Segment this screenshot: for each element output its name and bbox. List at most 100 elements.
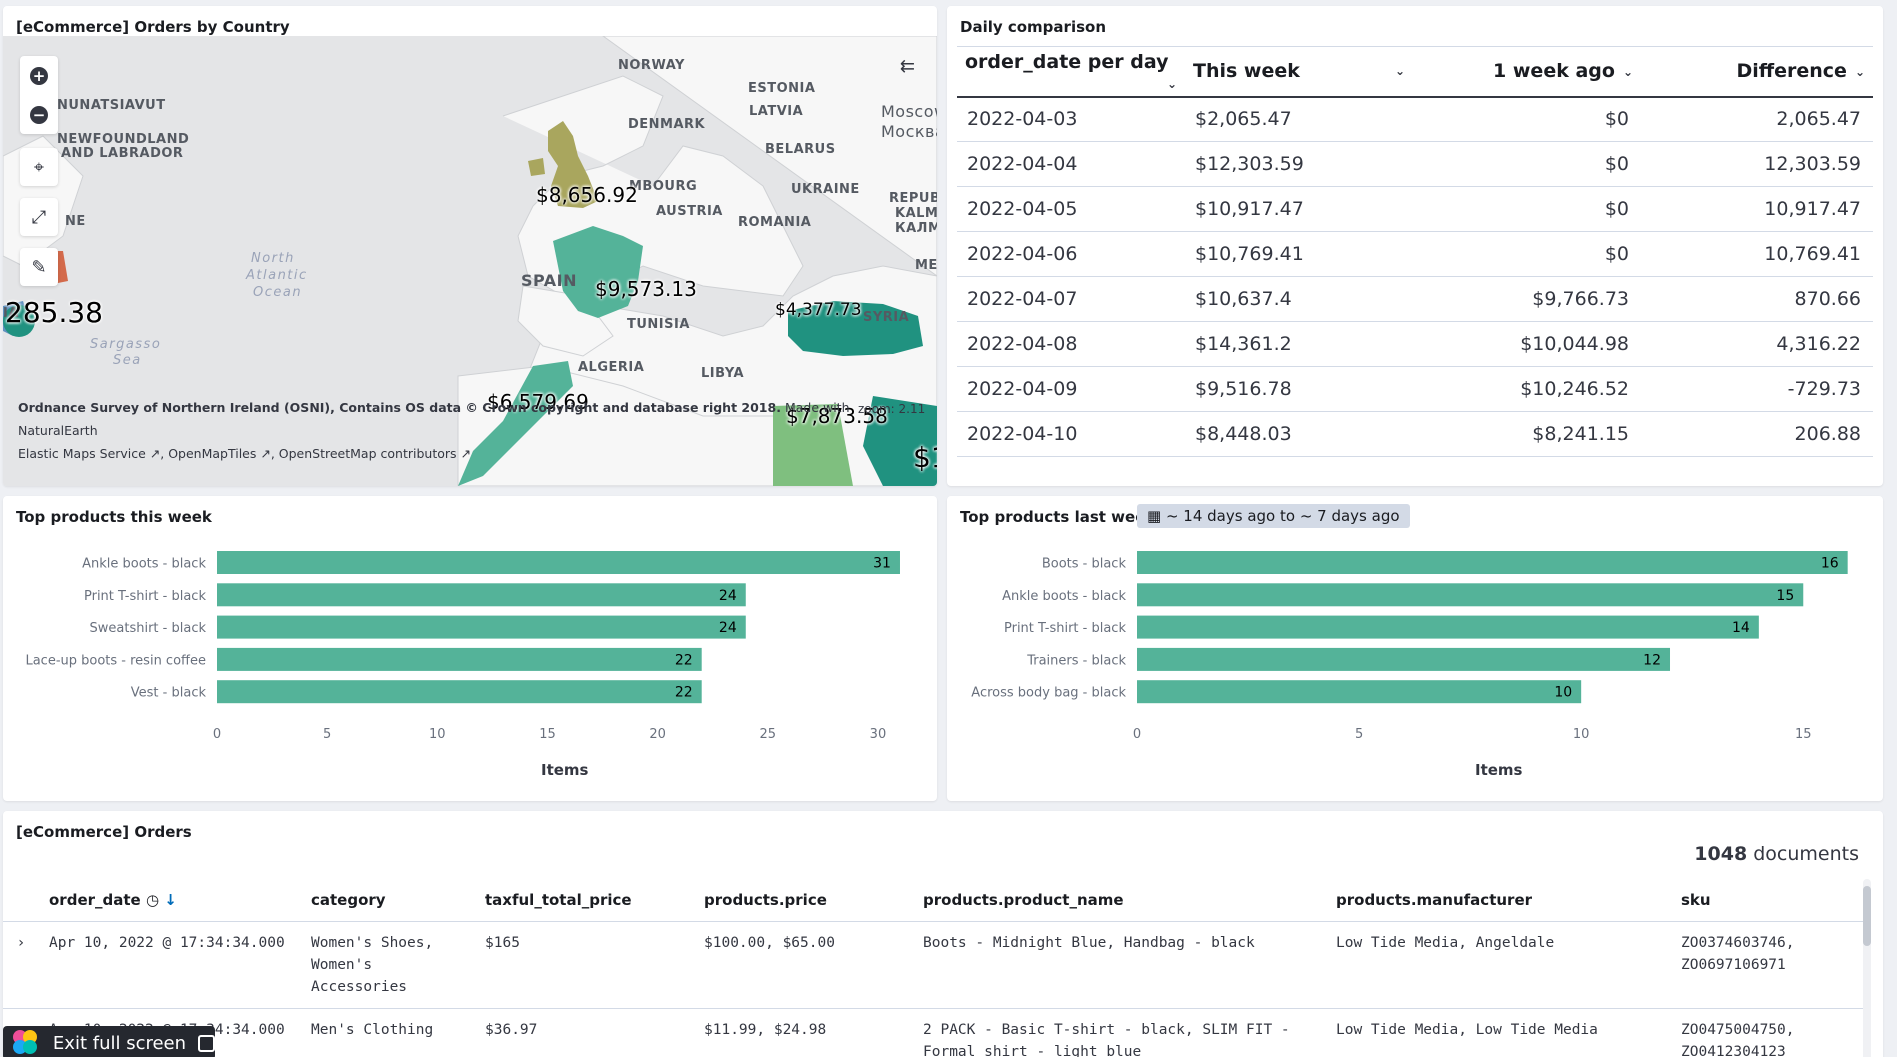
column-header-difference[interactable]: Difference ⌄ <box>1641 46 1873 98</box>
difference-cell: 12,303.59 <box>1641 141 1873 187</box>
bar[interactable] <box>1137 647 1671 671</box>
bar[interactable] <box>217 583 746 607</box>
map-ocean-label: Sea <box>113 353 142 368</box>
category-label: Lace-up boots - resin coffee <box>25 653 206 668</box>
column-header-order-date[interactable]: order_date per day ⌄ <box>957 46 1185 98</box>
minus-icon: − <box>30 105 48 124</box>
x-tick-label: 30 <box>870 727 887 742</box>
map-value-label: $9,573.13 <box>595 277 697 301</box>
table-row: 2022-04-08 $14,361.2 $10,044.98 4,316.22 <box>957 321 1873 367</box>
bar-value-label: 16 <box>1821 556 1839 572</box>
bar[interactable] <box>1137 583 1804 607</box>
exit-full-screen-button[interactable]: Exit full screen <box>3 1026 215 1057</box>
bar-value-label: 14 <box>1732 620 1750 636</box>
week-ago-cell: $10,246.52 <box>1413 366 1641 412</box>
top-products-last-week-panel: Top products last week ▦ ~ 14 days ago t… <box>947 496 1883 801</box>
map-place: КАЛМ <box>895 221 937 236</box>
category-label: Print T-shirt - black <box>1004 621 1126 636</box>
category-label: Boots - black <box>1042 557 1127 572</box>
map-place: DENMARK <box>628 117 706 132</box>
products-price-cell: $11.99, $24.98 <box>694 1008 913 1057</box>
map-value-label: $8,656.92 <box>536 183 638 207</box>
column-header-products-price[interactable]: products.price <box>694 879 913 922</box>
draw-tools-button[interactable]: ✎ <box>20 248 58 286</box>
table-row: 2022-04-03 $2,065.47 $0 2,065.47 <box>957 96 1873 142</box>
map-place: Москва <box>881 122 937 141</box>
column-header-taxful-total-price[interactable]: taxful_total_price <box>475 879 694 922</box>
map-place: NEWFOUNDLAND <box>57 132 190 147</box>
this-week-cell: $2,065.47 <box>1185 96 1413 142</box>
category-label: Vest - black <box>131 686 207 701</box>
bar[interactable] <box>217 615 746 639</box>
map-place: Moscow <box>881 102 937 121</box>
category-label: Sweatshirt - black <box>90 621 207 636</box>
difference-cell: 206.88 <box>1641 411 1873 457</box>
map-place: NUNATSIAVUT <box>57 98 166 113</box>
chevron-down-icon: ⌄ <box>1394 64 1405 79</box>
bar[interactable] <box>217 551 900 574</box>
chevron-down-icon: ⌄ <box>1854 64 1865 79</box>
map-place: REPUBL <box>889 191 937 206</box>
sort-descending-icon[interactable]: ↓ <box>164 891 177 909</box>
week-ago-cell: $9,766.73 <box>1413 276 1641 322</box>
zoom-out-button[interactable]: − <box>20 95 58 134</box>
scrollbar-thumb[interactable] <box>1863 886 1871 946</box>
set-view-button[interactable]: ⌖ <box>20 148 58 186</box>
map-place: SYRIA <box>863 310 910 325</box>
category-cell: Women's Shoes, Women's Accessories <box>301 921 475 1009</box>
fullscreen-exit-icon <box>198 1034 215 1052</box>
wrench-icon: ✎ <box>31 256 47 278</box>
daily-comparison-panel: Daily comparison order_date per day ⌄ Thi… <box>947 6 1883 486</box>
map-place: TUNISIA <box>627 317 690 332</box>
map-place: LATVIA <box>749 104 804 119</box>
x-tick-label: 15 <box>1795 727 1812 742</box>
products-price-cell: $100.00, $65.00 <box>694 921 913 1009</box>
attribution-links[interactable]: Elastic Maps Service ↗, OpenMapTiles ↗, … <box>18 446 471 461</box>
map-place: LIBYA <box>701 366 745 381</box>
panel-title: [eCommerce] Orders <box>16 823 192 841</box>
this-week-cell: $10,637.4 <box>1185 276 1413 322</box>
expand-arrows-icon: ⤢ <box>31 206 47 228</box>
fit-to-data-button[interactable]: ⤢ <box>20 198 58 236</box>
bar[interactable] <box>1137 680 1582 704</box>
column-header-order-date[interactable]: order_date ◷ ↓ <box>39 879 301 922</box>
column-header-category[interactable]: category <box>301 879 475 922</box>
elastic-logo-icon <box>13 1030 39 1056</box>
bar-value-label: 22 <box>675 685 693 701</box>
column-header-product-name[interactable]: products.product_name <box>913 879 1326 922</box>
date-cell: 2022-04-06 <box>957 231 1185 277</box>
bar[interactable] <box>217 647 702 671</box>
chevron-down-icon: ⌄ <box>1166 77 1177 92</box>
bar-chart-last-week: Boots - black 16 Ankle boots - black 15 Prin… <box>971 551 1848 742</box>
zoom-in-button[interactable]: + <box>20 56 58 95</box>
week-ago-cell: $0 <box>1413 231 1641 277</box>
x-tick-label: 10 <box>1573 727 1590 742</box>
layer-legend-toggle[interactable]: ⇇ <box>900 56 915 77</box>
category-label: Ankle boots - black <box>82 557 206 572</box>
column-header-1-week-ago[interactable]: 1 week ago ⌄ <box>1413 46 1641 98</box>
table-row[interactable]: › Apr 10, 2022 @ 17:34:34.000 Women's Shoe… <box>3 921 1865 1009</box>
x-tick-label: 0 <box>1133 727 1141 742</box>
column-header-manufacturer[interactable]: products.manufacturer <box>1326 879 1671 922</box>
bar-value-label: 12 <box>1643 652 1661 668</box>
expand-row-icon[interactable]: › <box>3 921 39 1009</box>
sku-cell: ZO0475004750, ZO0412304123 <box>1671 1008 1865 1057</box>
table-row[interactable]: ›Apr 10, 2022 @ 17:34:34.000Men's Clothi… <box>3 1008 1865 1057</box>
category-label: Print T-shirt - black <box>84 589 206 604</box>
this-week-cell: $9,516.78 <box>1185 366 1413 412</box>
week-ago-cell: $0 <box>1413 141 1641 187</box>
column-header-this-week[interactable]: This week ⌄ <box>1185 46 1413 98</box>
map-place: AUSTRIA <box>656 204 723 219</box>
category-cell: Men's Clothing <box>301 1008 475 1057</box>
bar[interactable] <box>1137 551 1848 574</box>
map-place: NE <box>65 214 86 229</box>
difference-cell: 2,065.47 <box>1641 96 1873 142</box>
bar-value-label: 24 <box>719 620 737 636</box>
daily-comparison-table: order_date per day ⌄ This week ⌄ 1 week ag… <box>957 46 1873 457</box>
bar[interactable] <box>1137 615 1759 639</box>
difference-cell: 4,316.22 <box>1641 321 1873 367</box>
bar[interactable] <box>217 680 702 704</box>
table-row: 2022-04-07 $10,637.4 $9,766.73 870.66 <box>957 276 1873 322</box>
map-ocean-label: Ocean <box>253 285 303 300</box>
column-header-sku[interactable]: sku <box>1671 879 1865 922</box>
